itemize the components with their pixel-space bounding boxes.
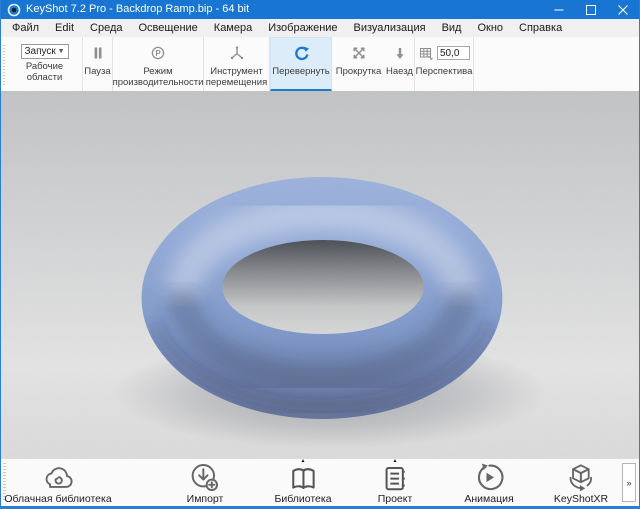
menu-edit[interactable]: Edit (47, 19, 82, 37)
perspective-label: Перспектива (416, 66, 473, 77)
dolly-button[interactable]: Наезд (385, 37, 415, 91)
menu-render[interactable]: Визуализация (346, 19, 434, 37)
keyshot-logo-icon (7, 3, 21, 17)
menu-camera[interactable]: Камера (206, 19, 260, 37)
move-tool-button[interactable]: Инструмент перемещения (204, 37, 270, 91)
maximize-icon (586, 5, 596, 15)
chevron-down-icon: ▼ (58, 48, 65, 55)
pan-icon (351, 42, 367, 64)
cloud-library-button[interactable]: Облачная библиотека (4, 460, 111, 505)
workspaces-label: Рабочие области (7, 61, 82, 83)
app-window: KeyShot 7.2 Pro - Backdrop Ramp.bip - 64… (0, 0, 640, 509)
workspace-dropdown[interactable]: Запуск ▼ (21, 44, 69, 59)
panel-caret-icon: ▲ (301, 459, 306, 464)
menu-file[interactable]: Файл (4, 19, 47, 37)
keyshotxr-button[interactable]: KeyShotXR (554, 460, 608, 505)
panel-caret-icon: ▲ (393, 459, 398, 464)
close-button[interactable] (607, 0, 639, 19)
menu-image[interactable]: Изображение (260, 19, 345, 37)
minimize-icon (554, 5, 564, 15)
chevrons-right-icon: » (626, 478, 631, 488)
perspective-grid-icon (418, 45, 434, 61)
menu-window[interactable]: Окно (469, 19, 511, 37)
window-title: KeyShot 7.2 Pro - Backdrop Ramp.bip - 64… (26, 0, 249, 19)
project-button[interactable]: ▲ Проект (378, 460, 413, 505)
perspective-value-input[interactable] (437, 46, 470, 60)
pause-button[interactable]: Пауза (83, 37, 113, 91)
menu-view[interactable]: Вид (434, 19, 470, 37)
pause-icon (90, 42, 106, 64)
menu-bar: Файл Edit Среда Освещение Камера Изображ… (1, 19, 639, 37)
import-button[interactable]: Импорт (187, 460, 224, 505)
title-bar: KeyShot 7.2 Pro - Backdrop Ramp.bip - 64… (1, 0, 639, 19)
maximize-button[interactable] (575, 0, 607, 19)
menu-help[interactable]: Справка (511, 19, 570, 37)
perspective-group: Перспектива (415, 37, 474, 91)
menu-environment[interactable]: Среда (82, 19, 130, 37)
import-icon (189, 460, 221, 492)
minimize-button[interactable] (543, 0, 575, 19)
dolly-icon (392, 42, 408, 64)
project-icon: ▲ (380, 460, 410, 492)
animation-icon (473, 460, 505, 492)
tumble-button[interactable]: Перевернуть (270, 37, 332, 91)
main-toolbar: Запуск ▼ Рабочие области Пауза P Режим (1, 37, 639, 91)
pan-button[interactable]: Прокрутка (332, 37, 385, 91)
window-controls (543, 0, 639, 19)
keyshotxr-icon (565, 460, 597, 492)
library-button[interactable]: ▲ Библиотека (274, 460, 331, 505)
workspace-dropdown-value: Запуск (25, 46, 56, 57)
performance-mode-icon: P (150, 42, 166, 64)
toolbar-overflow-button[interactable]: » (622, 463, 636, 502)
workspaces-group: Запуск ▼ Рабочие области (7, 37, 83, 91)
close-icon (618, 5, 628, 15)
torus-render (1, 91, 639, 458)
cloud-library-icon (41, 460, 75, 492)
tumble-icon (293, 42, 310, 64)
svg-text:P: P (155, 49, 161, 58)
bottom-toolbar: Облачная библиотека Импорт (1, 458, 639, 506)
animation-button[interactable]: Анимация (464, 460, 513, 505)
performance-mode-button[interactable]: P Режим производительности (113, 37, 204, 91)
render-viewport[interactable] (1, 91, 639, 458)
move-tool-icon (229, 42, 245, 64)
library-icon: ▲ (287, 460, 319, 492)
menu-lighting[interactable]: Освещение (131, 19, 206, 37)
